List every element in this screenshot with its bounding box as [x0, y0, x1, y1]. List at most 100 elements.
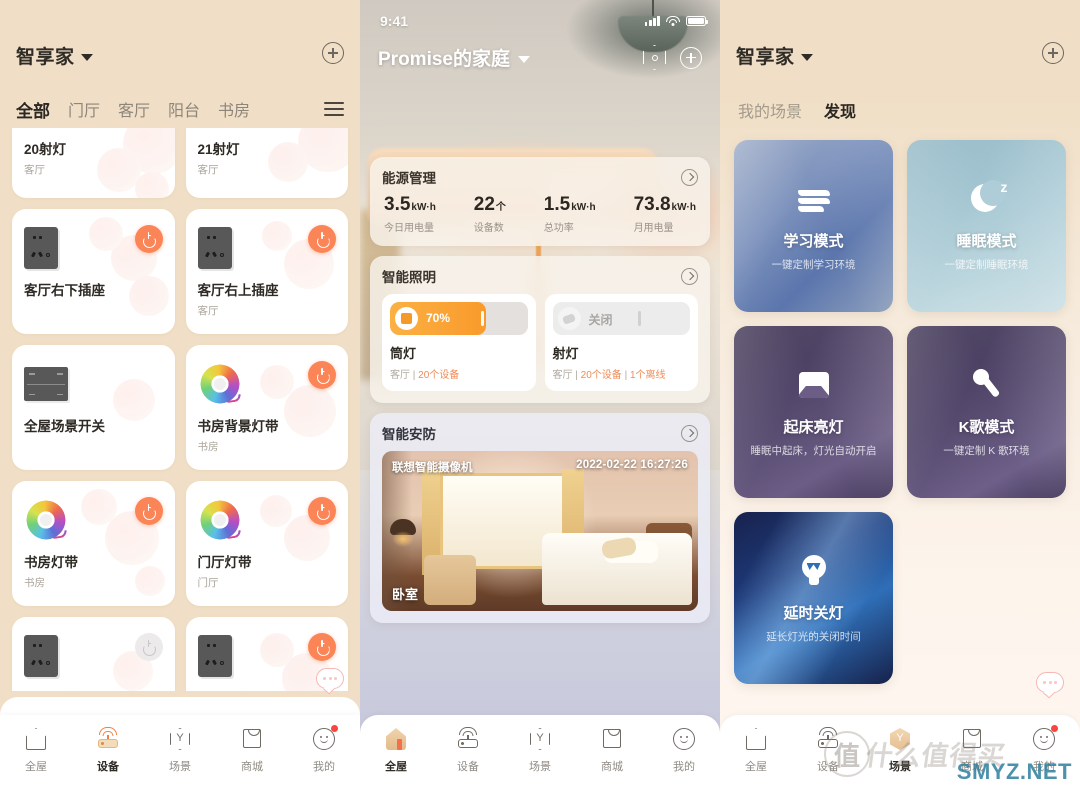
tab-whole-house[interactable]: 全屋	[0, 727, 72, 774]
power-icon	[316, 503, 329, 518]
tab-mall[interactable]: 商城	[576, 727, 648, 774]
tab-scenes[interactable]: Y 场景	[864, 727, 936, 774]
room-tab-living[interactable]: 客厅	[118, 97, 150, 121]
device-list-scroll[interactable]: 20射灯 客厅 21射灯 客厅 客厅右下插座 客厅右上插座 客厅 全屋场景开关 …	[0, 128, 360, 691]
lighting-meta: 客厅 | 20个设备	[390, 370, 460, 381]
device-card-entry-socket[interactable]: 门厅插座	[12, 617, 175, 691]
card-header: 智能照明	[382, 266, 698, 286]
device-card-socket-living-lower-right[interactable]: 客厅右下插座	[12, 209, 175, 334]
room-tab-study[interactable]: 书房	[218, 97, 250, 121]
power-toggle-button[interactable]	[308, 633, 336, 661]
device-room: 书房	[24, 577, 45, 589]
energy-unit: 个	[495, 202, 506, 213]
energy-stat: 22个 设备数	[474, 195, 506, 234]
support-chat-bubble[interactable]	[1036, 672, 1064, 693]
power-toggle-button[interactable]	[308, 361, 336, 389]
chevron-down-icon	[517, 55, 530, 63]
devices-home-name: 智享家	[16, 47, 75, 68]
camera-feed[interactable]: 联想智能摄像机 2022-02-22 16:27:26 卧室	[382, 451, 698, 611]
tab-devices[interactable]: 设备	[72, 727, 144, 774]
device-card-study-backlight-strip[interactable]: 书房背景灯带 书房	[185, 345, 348, 470]
add-scene-button[interactable]	[1042, 42, 1064, 64]
smart-security-card[interactable]: 智能安防 联想智能摄像机 2022-02-22 16:27:26 卧室	[370, 413, 710, 623]
tab-mall[interactable]: 商城	[936, 727, 1008, 774]
scene-hex-icon: Y	[168, 727, 192, 751]
add-device-button[interactable]	[322, 42, 344, 64]
tab-whole-house[interactable]: 全屋	[360, 727, 432, 774]
device-name: 书房背景灯带	[197, 419, 279, 434]
power-icon	[142, 639, 155, 654]
scene-card-sleep-mode[interactable]: z 睡眠模式 一键定制睡眠环境	[907, 140, 1066, 312]
device-card-study-light-strip[interactable]: 书房灯带 书房	[12, 481, 175, 606]
energy-label: 总功率	[543, 223, 574, 234]
scene-name: 起床亮灯	[783, 419, 844, 436]
tab-profile[interactable]: 我的	[1008, 725, 1080, 774]
power-toggle-button[interactable]	[134, 497, 163, 525]
device-name: 20射灯	[24, 142, 67, 157]
brightness-slider[interactable]: 关闭	[552, 302, 690, 335]
scene-card-study-mode[interactable]: 学习模式 一键定制学习环境	[734, 140, 893, 312]
tab-scenes[interactable]: Y 场景	[504, 727, 576, 774]
tab-discover[interactable]: 发现	[824, 98, 856, 122]
card-glare	[907, 140, 1066, 312]
scene-hex-icon: Y	[528, 727, 552, 751]
devices-home-selector[interactable]: 智享家	[16, 42, 93, 69]
lighting-state: 70%	[426, 311, 451, 325]
scenes-home-selector[interactable]: 智享家	[736, 42, 813, 69]
shop-bag-icon	[960, 727, 984, 751]
tab-profile[interactable]: 我的	[288, 725, 360, 774]
hex-scan-icon[interactable]	[643, 45, 666, 70]
energy-value: 73.8	[633, 194, 671, 215]
tab-label: 场景	[529, 761, 551, 773]
tab-devices[interactable]: 设备	[432, 727, 504, 774]
chevron-right-icon[interactable]	[681, 424, 698, 442]
device-card-socket-living-upper-right[interactable]: 客厅右上插座 客厅	[185, 209, 348, 334]
scene-desc: 一键定制睡眠环境	[944, 259, 1029, 271]
power-toggle-button[interactable]	[134, 633, 163, 661]
room-tab-balcony[interactable]: 阳台	[168, 97, 200, 121]
lighting-item-spotlight[interactable]: 关闭 射灯 客厅 | 20个设备 | 1个离线	[544, 294, 698, 391]
scene-card-delayed-lights-off[interactable]: 延时关灯 延长灯光的关闭时间	[734, 512, 893, 684]
card-glare	[907, 326, 1066, 498]
device-card-entry-light-strip[interactable]: 门厅灯带 门厅	[185, 481, 348, 606]
power-toggle-button[interactable]	[308, 225, 336, 253]
tab-label: 全屋	[25, 761, 47, 773]
brightness-slider[interactable]: 70%	[390, 302, 528, 335]
room-tab-all[interactable]: 全部	[16, 97, 50, 122]
tab-label: 商城	[241, 761, 263, 773]
downlight-icon	[395, 307, 418, 330]
chevron-right-icon[interactable]	[681, 168, 698, 186]
smart-lighting-card[interactable]: 智能照明 70% 筒灯 客厅 | 20个设备 关闭 射灯 客厅 | 20个设备 …	[370, 256, 710, 403]
scene-desc: 一键定制 K 歌环境	[943, 445, 1030, 457]
tab-whole-house[interactable]: 全屋	[720, 727, 792, 774]
home-family-selector[interactable]: Promise的家庭	[378, 44, 530, 71]
lighting-room: 客厅	[390, 370, 410, 381]
scenes-panel: 智享家 我的场景 发现 学习模式 一键定制学习环境 z 睡眠模式 一键定制睡眠环…	[720, 0, 1080, 793]
device-card-spot-20[interactable]: 20射灯 客厅	[12, 128, 175, 198]
power-toggle-button[interactable]	[308, 497, 336, 525]
tab-label: 我的	[673, 761, 695, 773]
device-card-whole-house-scene-switch[interactable]: 全屋场景开关	[12, 345, 175, 470]
chevron-right-icon[interactable]	[681, 267, 698, 285]
power-toggle-button[interactable]	[134, 225, 163, 253]
add-button[interactable]	[680, 46, 702, 69]
lighting-item-downlight[interactable]: 70% 筒灯 客厅 | 20个设备	[382, 294, 536, 391]
scene-card-wake-light[interactable]: 起床亮灯 睡眠中起床，灯光自动开启	[734, 326, 893, 498]
tab-profile[interactable]: 我的	[648, 727, 720, 774]
device-card-spot-21[interactable]: 21射灯 客厅	[185, 128, 348, 198]
tab-my-scenes[interactable]: 我的场景	[738, 98, 802, 122]
lighting-device-count: 20个设备	[580, 370, 622, 381]
tab-mall[interactable]: 商城	[216, 727, 288, 774]
room-tab-entry[interactable]: 门厅	[68, 97, 100, 121]
list-menu-icon[interactable]	[324, 102, 344, 116]
wifi-icon	[666, 16, 680, 26]
tab-devices[interactable]: 设备	[792, 727, 864, 774]
support-chat-bubble[interactable]	[316, 668, 344, 689]
tab-scenes[interactable]: Y 场景	[144, 727, 216, 774]
device-room: 书房	[197, 441, 219, 453]
energy-label: 设备数	[473, 223, 504, 234]
device-icon	[24, 355, 163, 413]
energy-management-card[interactable]: 能源管理 3.5kW·h 今日用电量 22个 设备数 1.5kW·h 总功率 7…	[370, 157, 710, 246]
home-card-stack: 能源管理 3.5kW·h 今日用电量 22个 设备数 1.5kW·h 总功率 7…	[360, 71, 720, 623]
scene-card-karaoke-mode[interactable]: K歌模式 一键定制 K 歌环境	[907, 326, 1066, 498]
